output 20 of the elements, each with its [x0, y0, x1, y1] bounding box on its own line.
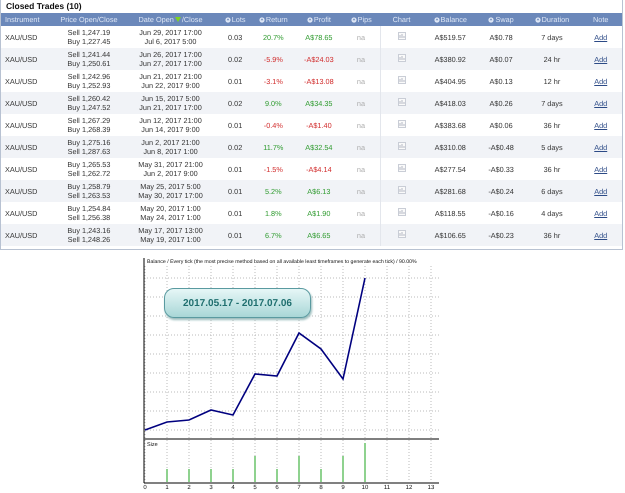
- sort-icon[interactable]: [534, 17, 541, 23]
- chart-icon[interactable]: [398, 76, 406, 84]
- sort-icon[interactable]: [350, 17, 357, 23]
- chart-icon[interactable]: [398, 230, 406, 238]
- chart-icon[interactable]: [398, 142, 406, 150]
- chart-icon[interactable]: [398, 54, 406, 62]
- sort-icon[interactable]: [224, 17, 231, 23]
- panel-title: Closed Trades (10): [5, 0, 83, 13]
- chart-icon[interactable]: [398, 186, 406, 194]
- sort-icon[interactable]: [434, 17, 440, 23]
- chart-icon[interactable]: [398, 164, 406, 172]
- sort-icon[interactable]: [488, 17, 494, 23]
- chart-icon[interactable]: [398, 32, 406, 40]
- period-label: 2017.05.17 - 2017.07.06: [164, 288, 311, 318]
- sort-arrow-icon[interactable]: [174, 17, 181, 22]
- sort-icon[interactable]: [306, 17, 313, 23]
- chart-icon[interactable]: [398, 98, 406, 106]
- chart-icon[interactable]: [398, 120, 406, 128]
- sort-icon[interactable]: [258, 17, 265, 23]
- chart-icon[interactable]: [398, 208, 406, 216]
